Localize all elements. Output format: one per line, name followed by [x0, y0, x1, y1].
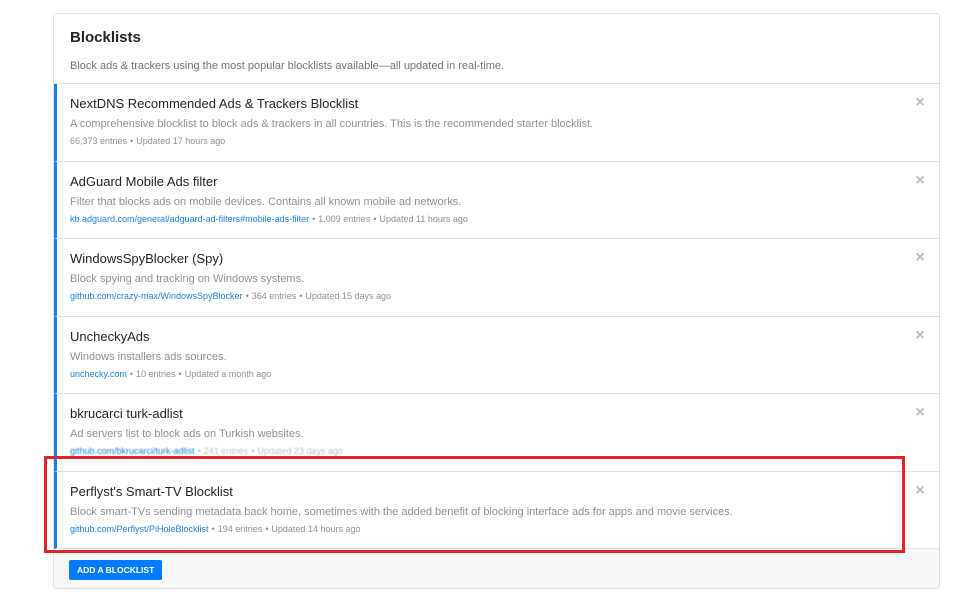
blocklist-updated: Updated 14 hours ago	[271, 523, 361, 534]
close-icon[interactable]: ×	[913, 172, 927, 188]
blocklist-name: AdGuard Mobile Ads filter	[70, 173, 218, 189]
blocklist-meta: kb.adguard.com/general/adguard-ad-filter…	[70, 213, 939, 225]
close-icon[interactable]: ×	[913, 405, 927, 421]
close-icon[interactable]: ×	[913, 482, 927, 498]
blocklist-updated: Updated 11 hours ago	[379, 213, 468, 224]
separator-dot: •	[130, 136, 134, 146]
blocklist-item-turk-adlist: bkrucarci turk-adlist Ad servers list to…	[54, 394, 939, 472]
card-footer: ADD A BLOCKLIST	[54, 549, 939, 588]
blocklist-item-windowsspyblocker: WindowsSpyBlocker (Spy) Block spying and…	[54, 239, 939, 317]
blocklist-updated: Updated 17 hours ago	[136, 136, 226, 146]
blocklist-description: Block smart-TVs sending metadata back ho…	[70, 505, 733, 518]
blocklist-entries: 364 entries	[251, 291, 297, 301]
blocklist-item-nextdns-recommended: NextDNS Recommended Ads & Trackers Block…	[54, 84, 939, 162]
blocklist-name: WindowsSpyBlocker (Spy)	[70, 251, 224, 266]
blocklist-meta: github.com/Perflyst/PiHoleBlocklist • 194 …	[70, 523, 939, 535]
page-title: Blocklists	[70, 29, 141, 46]
separator-dot: •	[129, 368, 134, 379]
blocklist-entries: 241 entries	[203, 446, 249, 456]
blocklist-item-uncheckyads: UncheckyAds Windows installers ads sourc…	[54, 316, 939, 394]
blocklist-description: Block spying and tracking on Windows sys…	[70, 273, 305, 285]
blocklist-source-link[interactable]: github.com/bkrucarci/turk-adlist	[70, 446, 195, 456]
blocklist-source-link[interactable]: unchecky.com	[70, 369, 127, 379]
separator-dot: •	[245, 291, 249, 301]
blocklists-card: Blocklists Block ads & trackers using th…	[53, 13, 940, 589]
blocklist-name: NextDNS Recommended Ads & Trackers Block…	[70, 96, 359, 111]
blocklist-description: Ad servers list to block ads on Turkish …	[70, 428, 304, 440]
blocklist-meta: github.com/bkrucarci/turk-adlist • 241 ent…	[70, 445, 939, 457]
card-header: Blocklists Block ads & trackers using th…	[54, 14, 939, 84]
separator-dot: •	[178, 368, 182, 379]
close-icon[interactable]: ×	[913, 250, 927, 266]
blocklist-meta: 66,373 entries • Updated 17 hours ago	[70, 135, 939, 147]
blocklist-description: A comprehensive blocklist to block ads &…	[70, 118, 594, 130]
blocklist-name: bkrucarci turk-adlist	[70, 406, 183, 421]
page-subtitle: Block ads & trackers using the most popu…	[70, 60, 505, 72]
blocklist-entries: 1,009 entries	[318, 213, 371, 224]
blocklist-meta: unchecky.com • 10 entries • Updated a month …	[70, 368, 939, 380]
blocklist-updated: Updated 23 days ago	[257, 446, 343, 456]
close-icon[interactable]: ×	[913, 95, 927, 111]
blocklist-source-link[interactable]: github.com/crazy-max/WindowsSpyBlocker	[70, 291, 243, 301]
blocklist-name: Perflyst's Smart-TV Blocklist	[70, 483, 233, 499]
blocklist-item-perflyst-smart-tv: Perflyst's Smart-TV Blocklist Block smar…	[54, 471, 939, 549]
separator-dot: •	[312, 213, 316, 224]
blocklist-name: UncheckyAds	[70, 328, 150, 344]
blocklist-description: Windows installers ads sources.	[70, 350, 227, 363]
blocklist-entries: 66,373 entries	[70, 136, 128, 146]
close-icon[interactable]: ×	[913, 327, 927, 343]
blocklist-entries: 194 entries	[217, 523, 263, 534]
blocklist-updated: Updated 15 days ago	[305, 291, 391, 301]
blocklist-updated: Updated a month ago	[184, 368, 272, 379]
blocklist-list: NextDNS Recommended Ads & Trackers Block…	[54, 84, 939, 549]
blocklist-source-link[interactable]: github.com/Perflyst/PiHoleBlocklist	[70, 524, 209, 534]
blocklist-item-adguard-mobile: AdGuard Mobile Ads filter Filter that bl…	[54, 161, 939, 239]
blocklist-source-link[interactable]: kb.adguard.com/general/adguard-ad-filter…	[70, 214, 309, 224]
separator-dot: •	[197, 446, 201, 456]
blocklist-entries: 10 entries	[136, 368, 176, 379]
blocklist-description: Filter that blocks ads on mobile devices…	[70, 195, 462, 208]
separator-dot: •	[211, 523, 215, 534]
blocklist-meta: github.com/crazy-max/WindowsSpyBlocker • 3…	[70, 290, 939, 302]
add-blocklist-button[interactable]: ADD A BLOCKLIST	[69, 560, 163, 580]
